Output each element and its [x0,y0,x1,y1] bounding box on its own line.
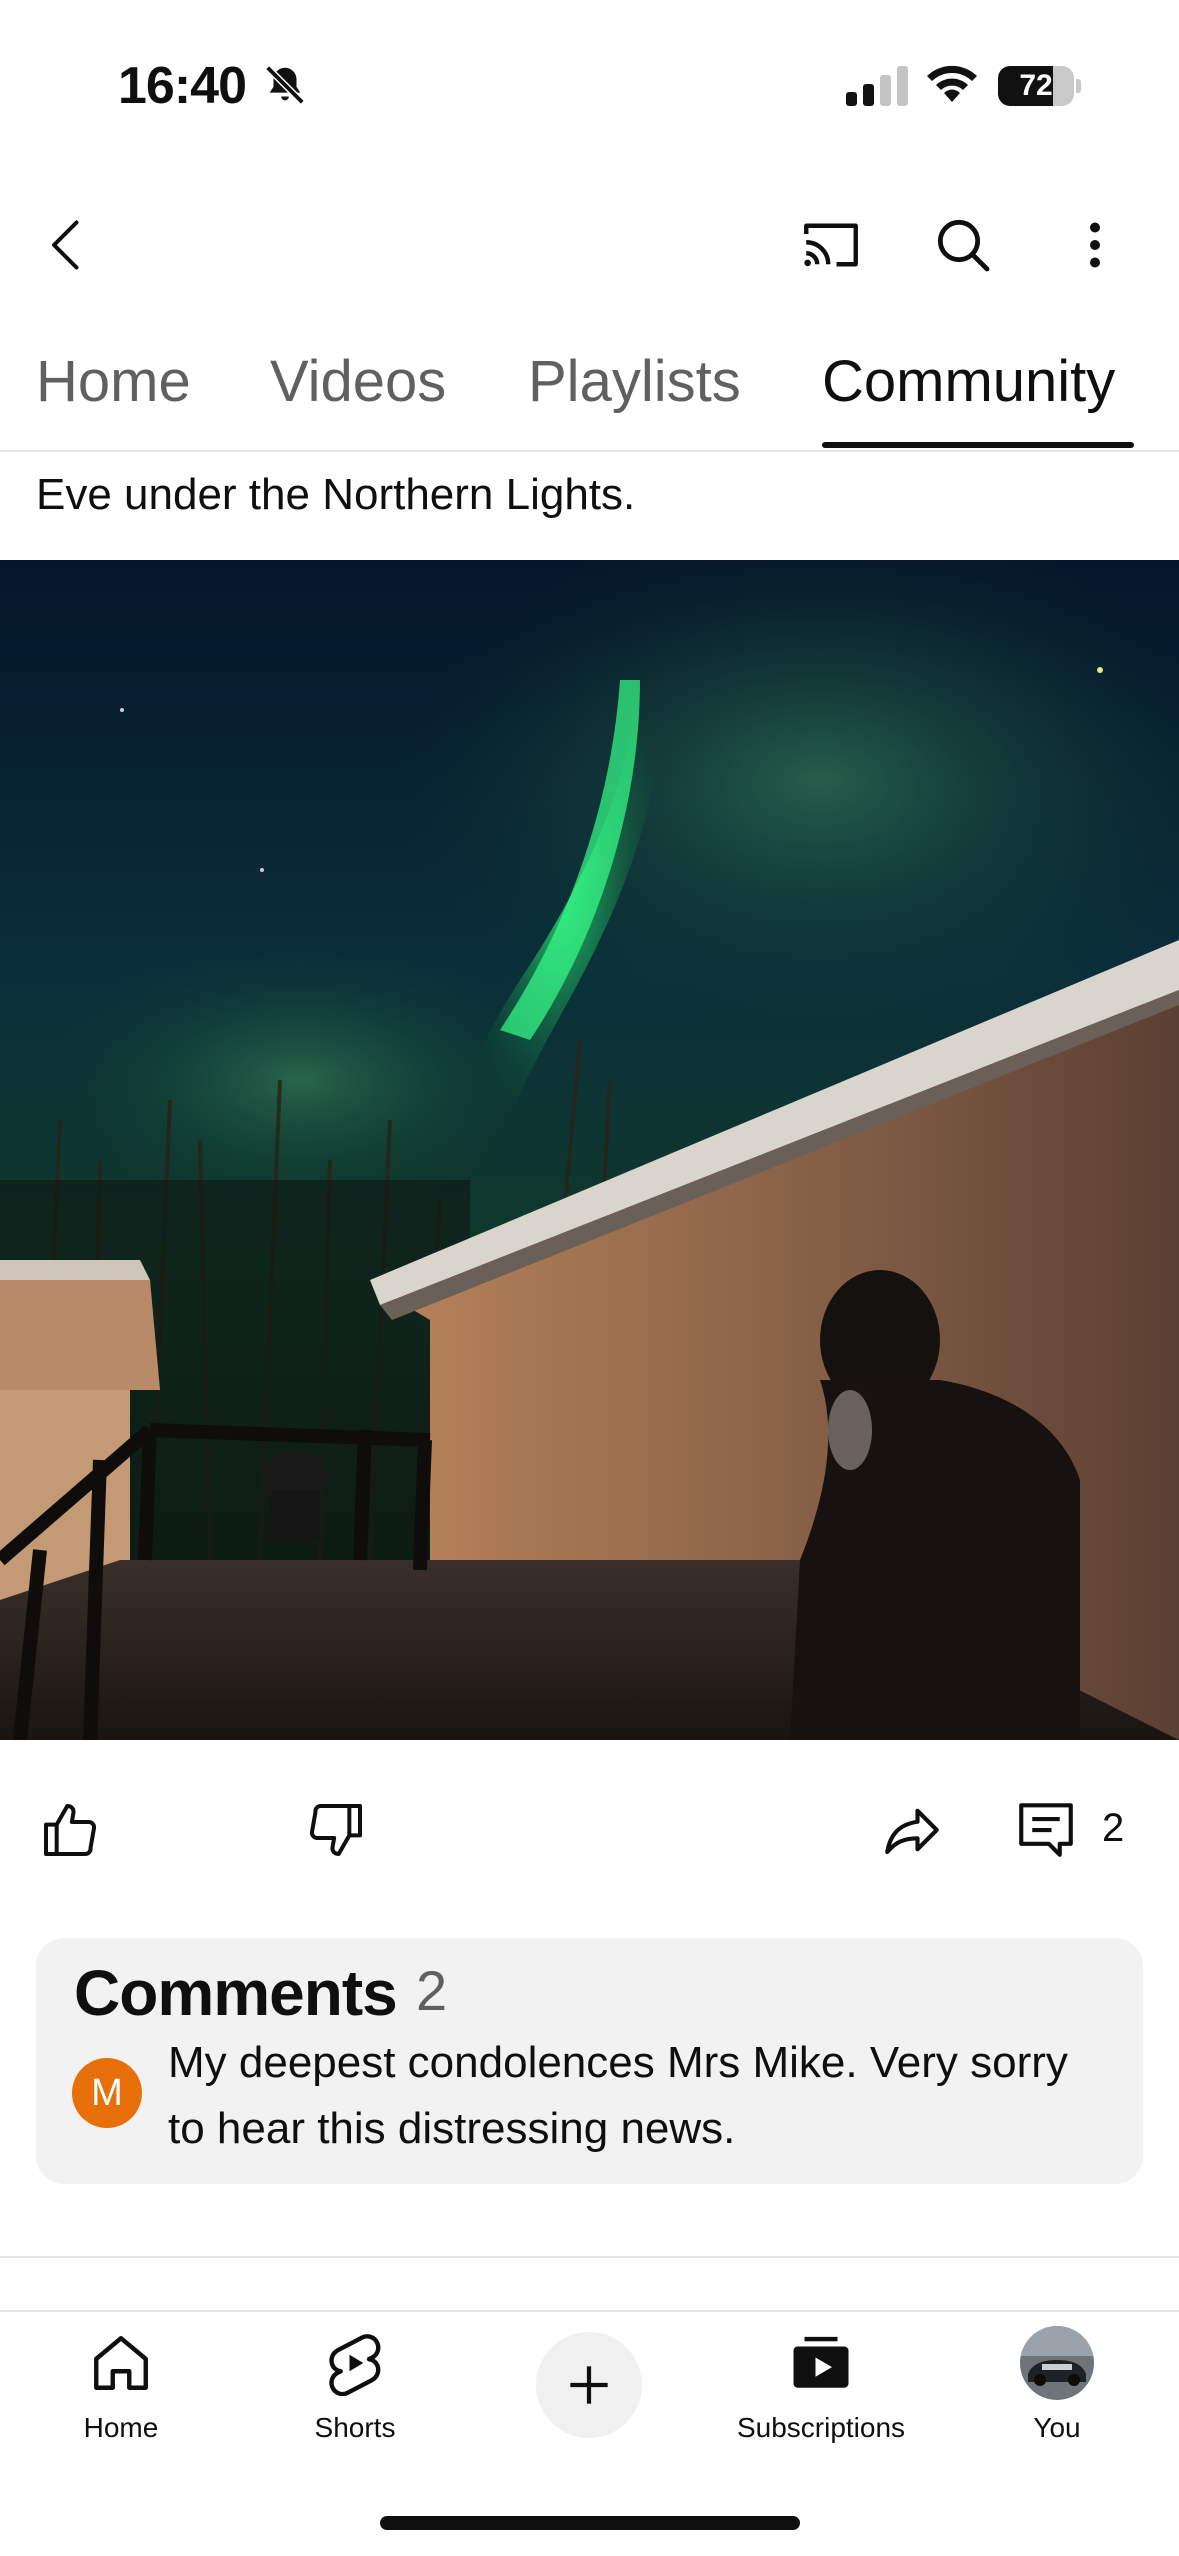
commenter-avatar: M [72,2058,142,2128]
bell-off-icon [265,65,305,105]
thumb-up-icon [44,1804,97,1856]
nav-home[interactable]: Home [6,2326,236,2466]
comments-title: Comments [74,1957,398,2029]
nav-you-label: You [1033,2412,1081,2443]
create-button[interactable] [536,2332,642,2438]
thumb-down-icon [309,1804,362,1856]
search-button[interactable] [918,200,1008,290]
comment-icon [1019,1803,1073,1857]
more-vert-icon [1090,222,1100,268]
comment-text: My deepest condolences Mrs Mike. Very so… [168,2038,1068,2153]
comments-button[interactable] [1004,1790,1088,1870]
battery-percent: 72 [1019,69,1053,102]
status-time: 16:40 [118,57,247,115]
tab-community[interactable]: Community [822,348,1115,415]
share-icon [885,1808,939,1855]
active-tab-indicator [822,442,1134,448]
home-icon [94,2336,148,2390]
channel-tabs: Home Videos Playlists Community [0,330,1179,452]
share-button[interactable] [870,1790,954,1870]
search-icon [937,219,990,272]
nav-you[interactable]: You [942,2326,1172,2466]
comments-count: 2 [416,1959,448,2022]
wifi-icon [927,65,977,102]
plus-icon [570,2366,608,2404]
like-button[interactable] [30,1790,110,1870]
avatar-icon [1020,2326,1094,2400]
signal-icon [846,66,908,106]
app-bar [0,190,1179,300]
cast-icon [804,223,858,267]
chevron-left-icon [52,220,79,270]
tab-home[interactable]: Home [36,348,191,415]
post-actions: 2 [0,1780,1179,1890]
post-image[interactable] [0,560,1179,1740]
nav-shorts[interactable]: Shorts [240,2326,470,2466]
northern-lights-photo [0,560,1179,1740]
battery-indicator: 72 [998,66,1081,106]
more-options-button[interactable] [1050,200,1140,290]
status-bar: 16:40 72 [0,0,1179,170]
back-button[interactable] [24,200,114,290]
comments-section[interactable]: Comments 2 M My deepest condolences Mrs … [36,1938,1143,2184]
nav-subscriptions-label: Subscriptions [736,2412,906,2443]
dislike-button[interactable] [296,1790,376,1870]
post-text-line: Eve under the Northern Lights. [36,470,636,519]
tab-videos[interactable]: Videos [270,348,446,415]
shorts-icon [329,2334,381,2396]
home-indicator [380,2516,800,2530]
comment-count: 2 [1102,1806,1125,1850]
nav-home-label: Home [83,2412,159,2443]
nav-shorts-label: Shorts [314,2412,396,2443]
cast-button[interactable] [786,200,876,290]
nav-subscriptions[interactable]: Subscriptions [706,2326,936,2466]
tab-playlists[interactable]: Playlists [528,348,741,415]
divider [0,2256,1179,2258]
subscriptions-icon [793,2336,849,2388]
